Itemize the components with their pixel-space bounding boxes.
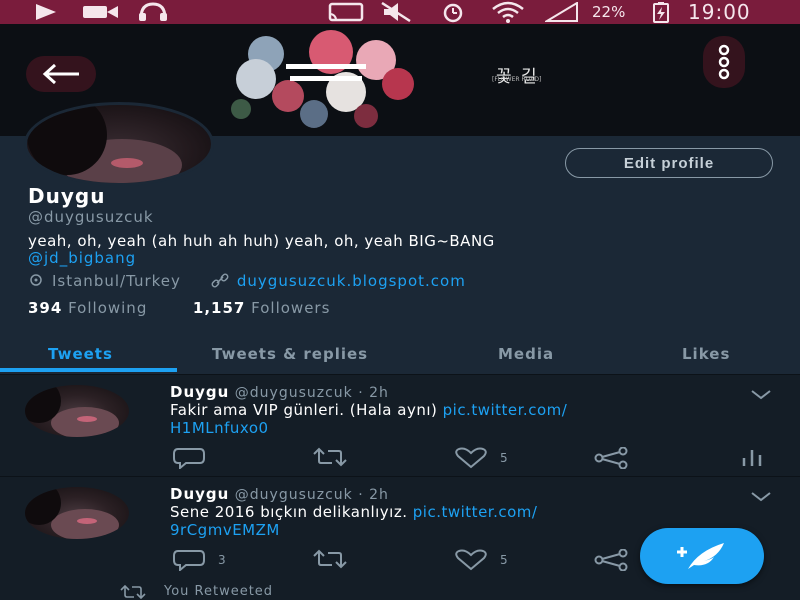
share-icon bbox=[594, 447, 628, 469]
reply-icon bbox=[173, 448, 205, 469]
cast-icon bbox=[328, 0, 364, 24]
tweet-body: Fakir ama VIP günleri. (Hala aynı) bbox=[170, 401, 438, 419]
mute-icon bbox=[380, 0, 414, 24]
tweet-header: Duygu @duygusuzcuk · 2h bbox=[170, 383, 389, 401]
analytics-icon bbox=[742, 450, 762, 466]
like-action[interactable]: 5 bbox=[454, 549, 508, 571]
profile-bio: yeah, oh, yeah (ah huh ah huh) yeah, oh,… bbox=[28, 232, 495, 250]
profile-website-link[interactable]: duygusuzcuk.blogspot.com bbox=[237, 272, 466, 290]
profile-meta: Istanbul/Turkey duygusuzcuk.blogspot.com bbox=[28, 272, 466, 290]
profile-location: Istanbul/Turkey bbox=[52, 272, 181, 290]
play-icon bbox=[34, 0, 58, 24]
overflow-menu-button[interactable] bbox=[703, 36, 745, 88]
status-bar: 22% 19:00 bbox=[0, 0, 800, 24]
video-camera-icon bbox=[82, 0, 120, 24]
tweet-link-cont[interactable]: H1MLnfuxo0 bbox=[170, 419, 269, 437]
arrow-left-icon bbox=[42, 63, 79, 85]
link-icon bbox=[211, 273, 229, 288]
tweet-handle-time: @duygusuzcuk · 2h bbox=[234, 487, 389, 503]
more-vertical-icon bbox=[718, 44, 730, 80]
following-stat[interactable]: 394 Following bbox=[28, 299, 147, 317]
chevron-down-icon[interactable] bbox=[750, 491, 772, 503]
back-button[interactable] bbox=[26, 56, 96, 92]
heart-icon bbox=[455, 447, 487, 469]
retweet-action[interactable] bbox=[312, 549, 348, 569]
tweet-link[interactable]: pic.twitter.com/ bbox=[413, 503, 538, 521]
signal-icon bbox=[545, 0, 579, 24]
tab-likes[interactable]: Likes bbox=[682, 336, 730, 372]
following-label: Following bbox=[68, 299, 148, 317]
battery-icon bbox=[650, 0, 672, 24]
active-tab-indicator bbox=[0, 368, 177, 372]
compose-tweet-button[interactable] bbox=[640, 528, 764, 584]
tab-media[interactable]: Media bbox=[498, 336, 554, 372]
tweet-author-name: Duygu bbox=[170, 485, 230, 503]
tweet-item[interactable]: Duygu @duygusuzcuk · 2h Fakir ama VIP gü… bbox=[0, 374, 800, 476]
wifi-icon bbox=[490, 0, 526, 24]
reply-icon bbox=[173, 550, 205, 571]
compose-feather-icon bbox=[677, 543, 724, 569]
like-count: 5 bbox=[500, 553, 508, 567]
headset-icon bbox=[138, 0, 168, 24]
retweet-note-text: You Retweeted bbox=[164, 584, 274, 599]
share-action[interactable] bbox=[594, 447, 628, 469]
reply-count: 3 bbox=[218, 553, 226, 567]
tweet-link[interactable]: pic.twitter.com/ bbox=[443, 401, 568, 419]
follow-counts: 394 Following 1,157 Followers bbox=[28, 299, 330, 317]
tab-tweets-and-replies[interactable]: Tweets & replies bbox=[212, 336, 368, 372]
tweet-author-name: Duygu bbox=[170, 383, 230, 401]
tweet-avatar[interactable] bbox=[25, 385, 129, 437]
analytics-action[interactable] bbox=[740, 447, 764, 467]
like-action[interactable]: 5 bbox=[454, 447, 508, 469]
followers-stat[interactable]: 1,157 Followers bbox=[193, 299, 331, 317]
location-pin-icon bbox=[30, 274, 42, 286]
followers-label: Followers bbox=[251, 299, 331, 317]
alarm-icon bbox=[437, 0, 469, 24]
clock: 19:00 bbox=[688, 0, 751, 24]
share-action[interactable] bbox=[594, 549, 628, 571]
followers-count: 1,157 bbox=[192, 299, 246, 317]
profile-handle: @duygusuzcuk bbox=[28, 208, 154, 226]
retweet-action[interactable] bbox=[312, 447, 348, 467]
tweet-text: Fakir ama VIP günleri. (Hala aynı) pic.t… bbox=[170, 401, 567, 437]
tweet-avatar[interactable] bbox=[25, 487, 129, 539]
album-subtitle: [FLOWER ROAD] bbox=[492, 76, 542, 83]
following-count: 394 bbox=[28, 299, 63, 317]
share-icon bbox=[594, 549, 628, 571]
tweet-handle-time: @duygusuzcuk · 2h bbox=[234, 385, 389, 401]
profile-name: Duygu bbox=[28, 184, 106, 208]
tweet-link-cont[interactable]: 9rCgmvEMZM bbox=[170, 521, 280, 539]
tweet-body: Sene 2016 bıçkın delikanlıyız. bbox=[170, 503, 408, 521]
flower-artwork bbox=[231, 30, 414, 128]
retweet-icon bbox=[313, 447, 347, 467]
tweet-text: Sene 2016 bıçkın delikanlıyız. pic.twitt… bbox=[170, 503, 537, 539]
bio-mention-link[interactable]: @jd_bigbang bbox=[28, 249, 136, 267]
tweet-header: Duygu @duygusuzcuk · 2h bbox=[170, 485, 389, 503]
retweet-note: You Retweeted bbox=[120, 584, 273, 599]
reply-action[interactable] bbox=[172, 447, 218, 469]
album-title: 꽃 길 bbox=[496, 67, 539, 87]
like-count: 5 bbox=[500, 451, 508, 465]
profile-avatar[interactable] bbox=[24, 102, 214, 186]
chevron-down-icon[interactable] bbox=[750, 389, 772, 401]
heart-icon bbox=[455, 549, 487, 571]
retweet-icon bbox=[313, 549, 347, 569]
edit-profile-button[interactable]: Edit profile bbox=[565, 148, 773, 178]
battery-percent: 22% bbox=[592, 3, 626, 21]
tab-tweets[interactable]: Tweets bbox=[48, 336, 113, 372]
retweet-icon bbox=[120, 584, 146, 599]
reply-action[interactable]: 3 bbox=[172, 549, 226, 571]
